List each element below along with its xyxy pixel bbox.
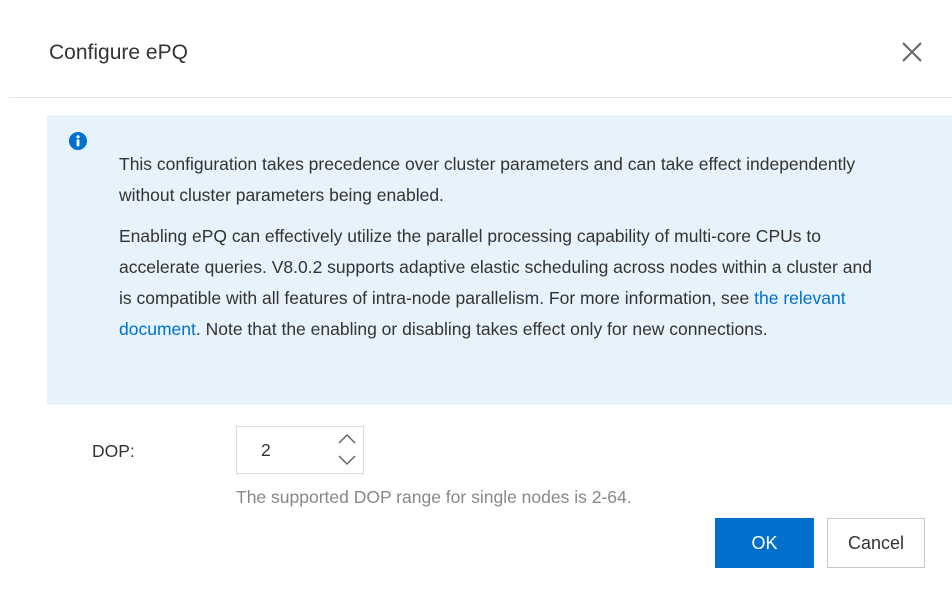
close-button[interactable]	[898, 38, 926, 66]
info-icon	[69, 132, 87, 150]
ok-button[interactable]: OK	[715, 518, 814, 568]
close-icon	[902, 42, 922, 62]
configure-epq-dialog: Configure ePQ This configuration takes p…	[9, 8, 952, 596]
dialog-header: Configure ePQ	[9, 8, 952, 98]
chevron-down-icon	[338, 455, 356, 466]
dop-input[interactable]	[261, 440, 321, 461]
increment-button[interactable]	[331, 427, 363, 450]
chevron-up-icon	[338, 433, 356, 444]
cancel-button[interactable]: Cancel	[827, 518, 925, 568]
dop-label: DOP:	[92, 441, 135, 461]
dop-hint: The supported DOP range for single nodes…	[236, 487, 632, 507]
dop-stepper	[236, 426, 364, 474]
info-paragraph-2: Enabling ePQ can effectively utilize the…	[119, 221, 889, 345]
info-paragraph-2-end: . Note that the enabling or disabling ta…	[195, 319, 768, 339]
info-alert: This configuration takes precedence over…	[47, 115, 952, 405]
info-text: This configuration takes precedence over…	[119, 149, 889, 355]
decrement-button[interactable]	[331, 450, 363, 473]
info-paragraph-1: This configuration takes precedence over…	[119, 154, 856, 205]
stepper-buttons	[331, 427, 363, 473]
dialog-title: Configure ePQ	[49, 41, 188, 64]
